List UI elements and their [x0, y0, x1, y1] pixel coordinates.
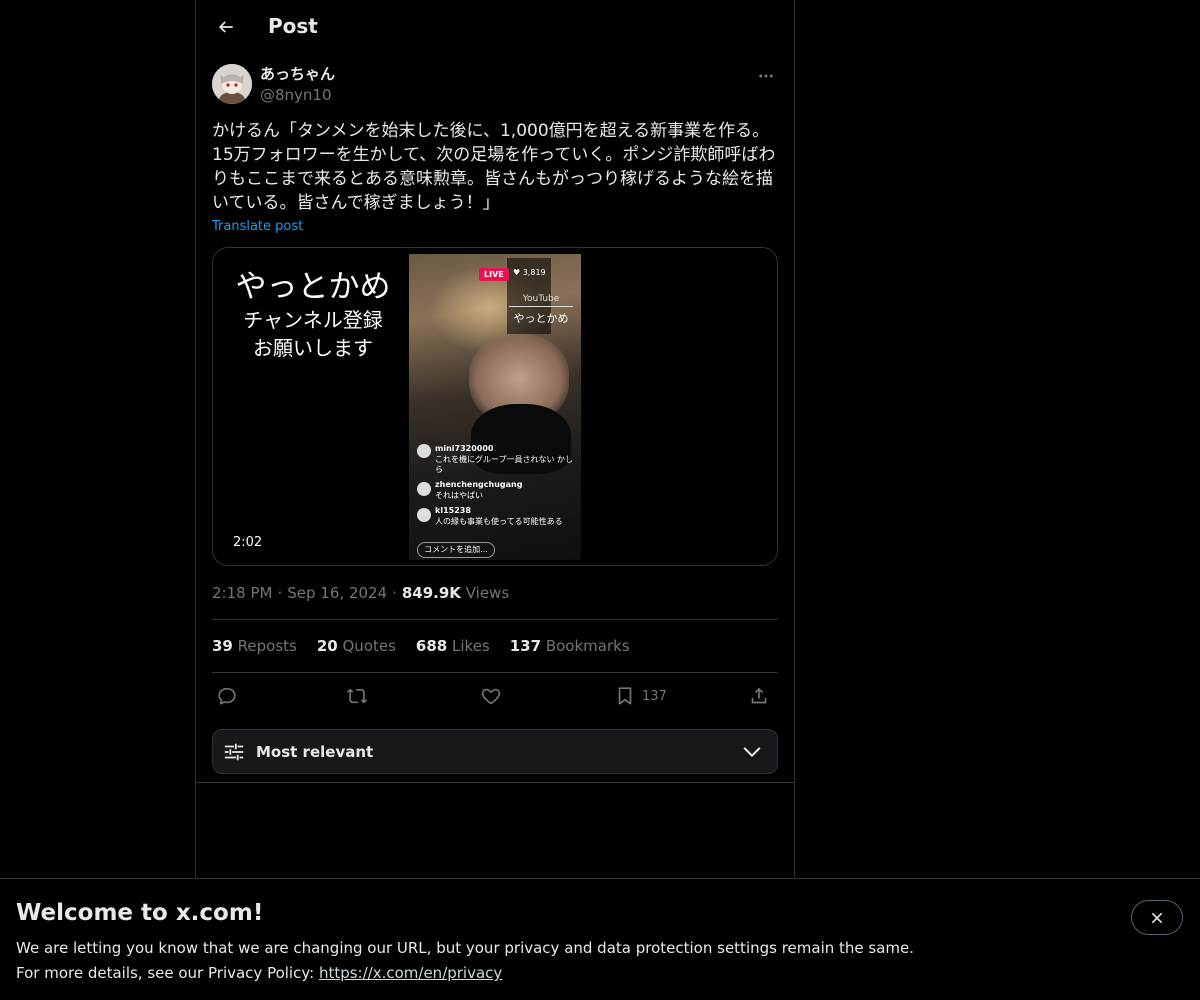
bookmarks-stat[interactable]: 137 Bookmarks [510, 636, 630, 656]
post-text: かけるん「タンメンを始末した後に、1,000億円を超える新事業を作る。15万フォ… [212, 121, 776, 213]
youtube-label: YouTube [509, 294, 573, 307]
back-button[interactable] [210, 11, 242, 43]
url-change-banner: Welcome to x.com! We are letting you kno… [0, 878, 1200, 1000]
commenter-avatar [417, 444, 431, 458]
more-horizontal-icon [759, 74, 773, 78]
comment-text: 人の縁も事業も使ってる可能性ある [435, 517, 563, 526]
youtube-channel-name: やっとかめ [513, 312, 569, 325]
translate-post-link[interactable]: Translate post [212, 218, 303, 236]
banner-line-2-prefix: For more details, see our Privacy Policy… [16, 964, 319, 982]
post-time[interactable]: 2:18 PM [212, 584, 272, 602]
avatar[interactable] [212, 64, 252, 104]
commenter-avatar [417, 482, 431, 496]
bookmark-action-count: 137 [642, 688, 667, 704]
views-label: Views [465, 584, 510, 602]
banner-title: Welcome to x.com! [16, 900, 264, 926]
viewer-count: ♥ 3,819 [513, 268, 546, 277]
comment-text: それはやばい [435, 491, 483, 500]
overlay-line-3: お願いします [253, 336, 373, 360]
main-column: Post あっちゃん @8nyn10 かけるん「タンメンを始末した後に、1,00… [195, 0, 795, 880]
chevron-down-icon [743, 747, 761, 758]
quotes-stat[interactable]: 20 Quotes [317, 636, 396, 656]
commenter-avatar [417, 508, 431, 522]
post-date[interactable]: Sep 16, 2024 [287, 584, 387, 602]
likes-count: 688 [415, 637, 448, 655]
live-badge: LIVE [479, 268, 509, 281]
bookmark-icon [618, 687, 632, 705]
reposts-stat[interactable]: 39 Reposts [212, 636, 297, 656]
reply-button[interactable] [216, 684, 238, 708]
reposts-count: 39 [212, 637, 233, 655]
privacy-policy-link[interactable]: https://x.com/en/privacy [319, 964, 502, 982]
bookmark-button[interactable]: 137 [614, 684, 667, 708]
quotes-count: 20 [316, 637, 338, 655]
overlay-line-1: やっとかめ [235, 269, 391, 305]
engagement-stats: 39 Reposts 20 Quotes 688 Likes 137 Bookmark… [212, 636, 650, 656]
more-options-button[interactable] [754, 64, 778, 88]
bookmarks-label: Bookmarks [545, 637, 630, 655]
close-banner-button[interactable] [1131, 900, 1183, 935]
close-icon [1151, 912, 1163, 923]
action-bar: 137 [212, 684, 778, 708]
views-count: 849.9K [401, 584, 461, 602]
reply-icon [218, 687, 236, 705]
repost-icon [346, 688, 368, 704]
sliders-icon [224, 743, 244, 761]
reposts-label: Reposts [237, 637, 297, 655]
comment-user: mini7320000 [435, 444, 494, 453]
quotes-label: Quotes [342, 637, 396, 655]
post-author: あっちゃん @8nyn10 [212, 64, 778, 108]
like-button[interactable] [480, 684, 502, 708]
bookmarks-count: 137 [509, 637, 542, 655]
video-frame: LIVE ♥ 3,819 YouTube やっとかめ mini7320000 こ… [409, 254, 581, 560]
divider [212, 672, 778, 673]
video-media[interactable]: やっとかめ チャンネル登録 お願いします LIVE ♥ 3,819 YouTub… [212, 247, 778, 566]
comment-text: これを機にグループ一員されない かしら [435, 455, 574, 474]
likes-label: Likes [452, 637, 490, 655]
video-duration: 2:02 [233, 535, 263, 550]
banner-line-2: For more details, see our Privacy Policy… [16, 961, 914, 986]
divider [196, 782, 794, 783]
share-icon [751, 687, 767, 704]
overlay-line-2: チャンネル登録 [243, 308, 383, 332]
sort-replies-dropdown[interactable]: Most relevant [212, 729, 778, 774]
comment-input-pill: コメントを追加... [417, 542, 495, 558]
sort-label: Most relevant [256, 743, 374, 761]
banner-line-1: We are letting you know that we are chan… [16, 939, 915, 957]
author-display-name[interactable]: あっちゃん [260, 64, 335, 84]
comment-user: zhenchengchugang [435, 480, 523, 489]
divider [212, 619, 778, 620]
meta-separator: · [392, 584, 397, 602]
page-header: Post [196, 0, 794, 54]
arrow-left-icon [218, 21, 233, 33]
heart-icon [481, 688, 501, 705]
page-title: Post [268, 14, 318, 38]
video-overlay-title: やっとかめ チャンネル登録 お願いします [235, 268, 391, 362]
comment-user: kl15238 [435, 506, 471, 515]
meta-separator: · [277, 584, 283, 602]
likes-stat[interactable]: 688 Likes [416, 636, 490, 656]
banner-text: We are letting you know that we are chan… [16, 936, 914, 986]
post-meta: 2:18 PM · Sep 16, 2024 · 849.9K Views [212, 583, 509, 603]
repost-button[interactable] [346, 684, 368, 708]
author-handle[interactable]: @8nyn10 [260, 85, 332, 105]
share-button[interactable] [748, 684, 770, 708]
